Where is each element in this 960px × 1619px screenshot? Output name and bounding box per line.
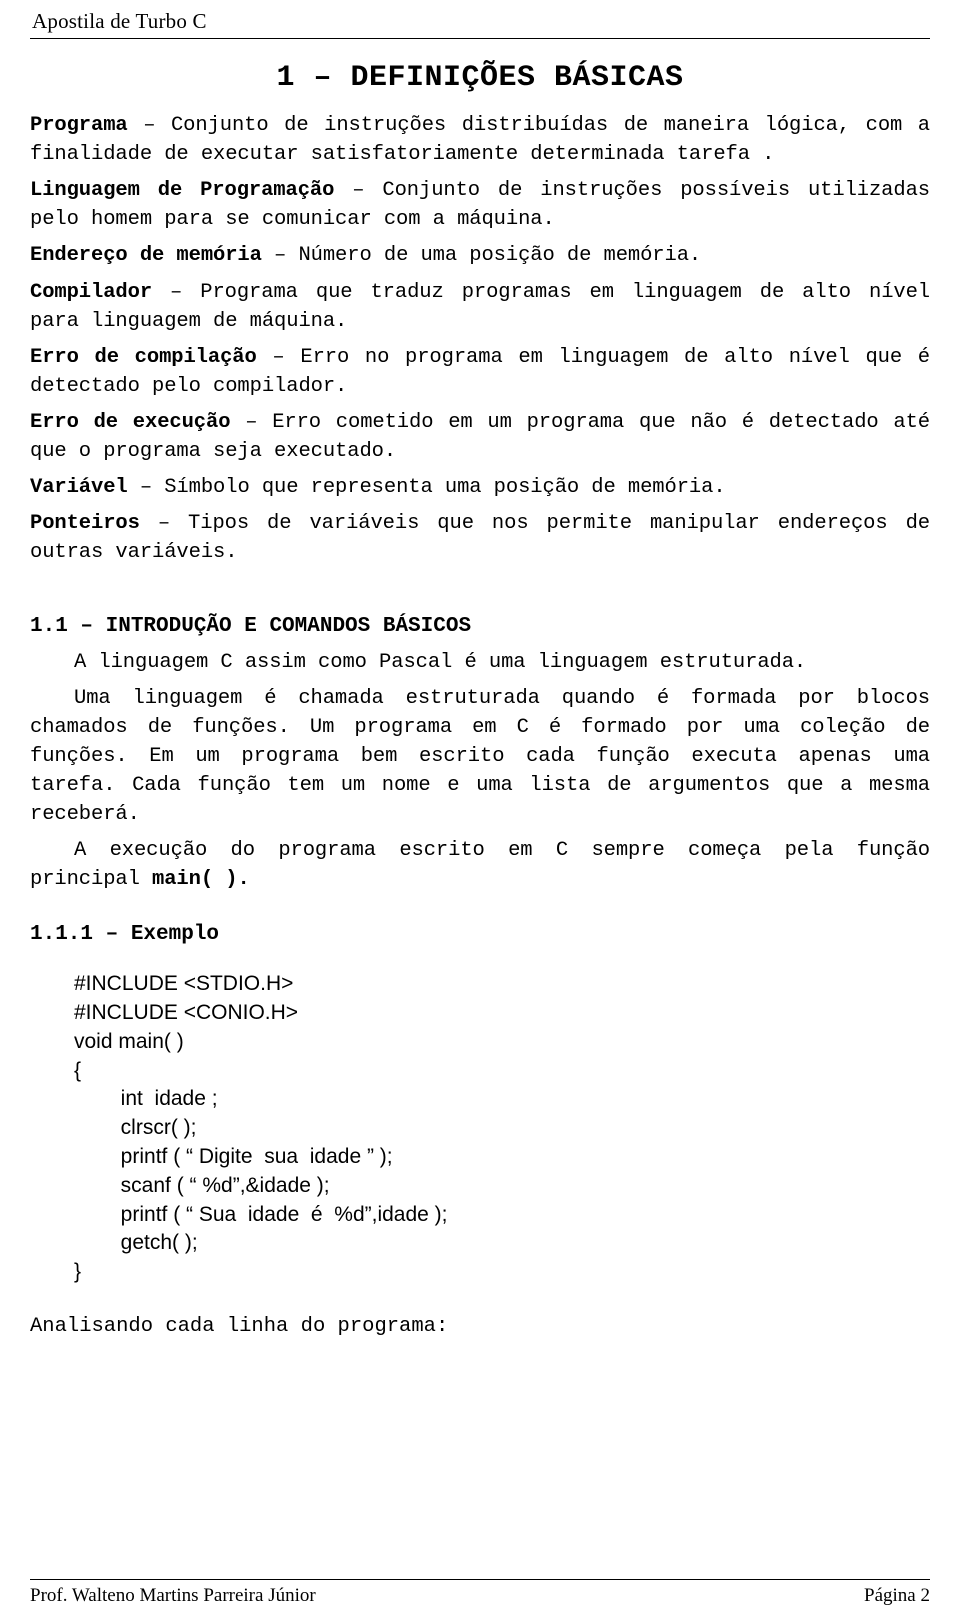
main-function-literal: main( ).	[152, 868, 250, 892]
page-header: Apostila de Turbo C	[32, 9, 207, 33]
section-heading-1-1: 1.1 – INTRODUÇÃO E COMANDOS BÁSICOS	[30, 614, 472, 638]
definition-term: Compilador	[30, 280, 153, 304]
definition-variavel: Variável – Símbolo que representa uma po…	[30, 473, 930, 502]
definition-term: Erro de execução	[30, 410, 231, 434]
definition-term: Endereço de memória	[30, 244, 262, 268]
definition-term: Erro de compilação	[30, 345, 257, 369]
document-page: Apostila de Turbo C 1 – DEFINIÇÕES BÁSIC…	[0, 0, 960, 1619]
code-block-exemplo: #INCLUDE <STDIO.H> #INCLUDE <CONIO.H> vo…	[74, 972, 448, 1284]
definition-term: Linguagem de Programação	[30, 179, 335, 203]
definition-erro-de-compilacao: Erro de compilação – Erro no programa em…	[30, 343, 930, 401]
definition-term: Ponteiros	[30, 512, 140, 536]
definition-term: Programa	[30, 114, 128, 137]
definition-compilador: Compilador – Programa que traduz program…	[30, 278, 930, 336]
page-title: 1 – DEFINIÇÕES BÁSICAS	[276, 61, 684, 95]
footer-page-number: Página 2	[864, 1585, 930, 1606]
definition-ponteiros: Ponteiros – Tipos de variáveis que nos p…	[30, 509, 930, 567]
paragraph-1-1-3: A execução do programa escrito em C semp…	[30, 836, 930, 894]
definition-text: – Símbolo que representa uma posição de …	[127, 476, 726, 500]
definition-term: Variável	[30, 476, 128, 500]
footer-row: Prof. Walteno Martins Parreira Júnior Pá…	[30, 1585, 930, 1607]
definition-endereco-de-memoria: Endereço de memória – Número de uma posi…	[30, 241, 930, 270]
footer-divider	[30, 1579, 930, 1580]
code-spacer	[30, 958, 930, 970]
paragraph-1-1-2: Uma linguagem é chamada estruturada quan…	[30, 686, 930, 827]
header-divider	[30, 38, 930, 39]
definition-linguagem-de-programacao: Linguagem de Programação – Conjunto de i…	[30, 176, 930, 234]
definition-text: – Número de uma posição de memória.	[261, 244, 702, 268]
definition-erro-de-execucao: Erro de execução – Erro cometido em um p…	[30, 408, 930, 466]
paragraph-analisando: Analisando cada linha do programa:	[30, 1314, 449, 1338]
section-heading-1-1-1: 1.1.1 – Exemplo	[30, 923, 220, 947]
footer-author: Prof. Walteno Martins Parreira Júnior	[30, 1585, 316, 1606]
definition-text: – Conjunto de instruções distribuídas de…	[30, 114, 930, 167]
definition-text: – Programa que traduz programas em lingu…	[30, 280, 930, 333]
definition-text: – Tipos de variáveis que nos permite man…	[30, 512, 930, 565]
page-footer: Prof. Walteno Martins Parreira Júnior Pá…	[30, 1579, 930, 1607]
definition-programa: Programa – Conjunto de instruções distri…	[30, 111, 930, 169]
paragraph-1-1-1: A linguagem C assim como Pascal é uma li…	[74, 650, 807, 674]
